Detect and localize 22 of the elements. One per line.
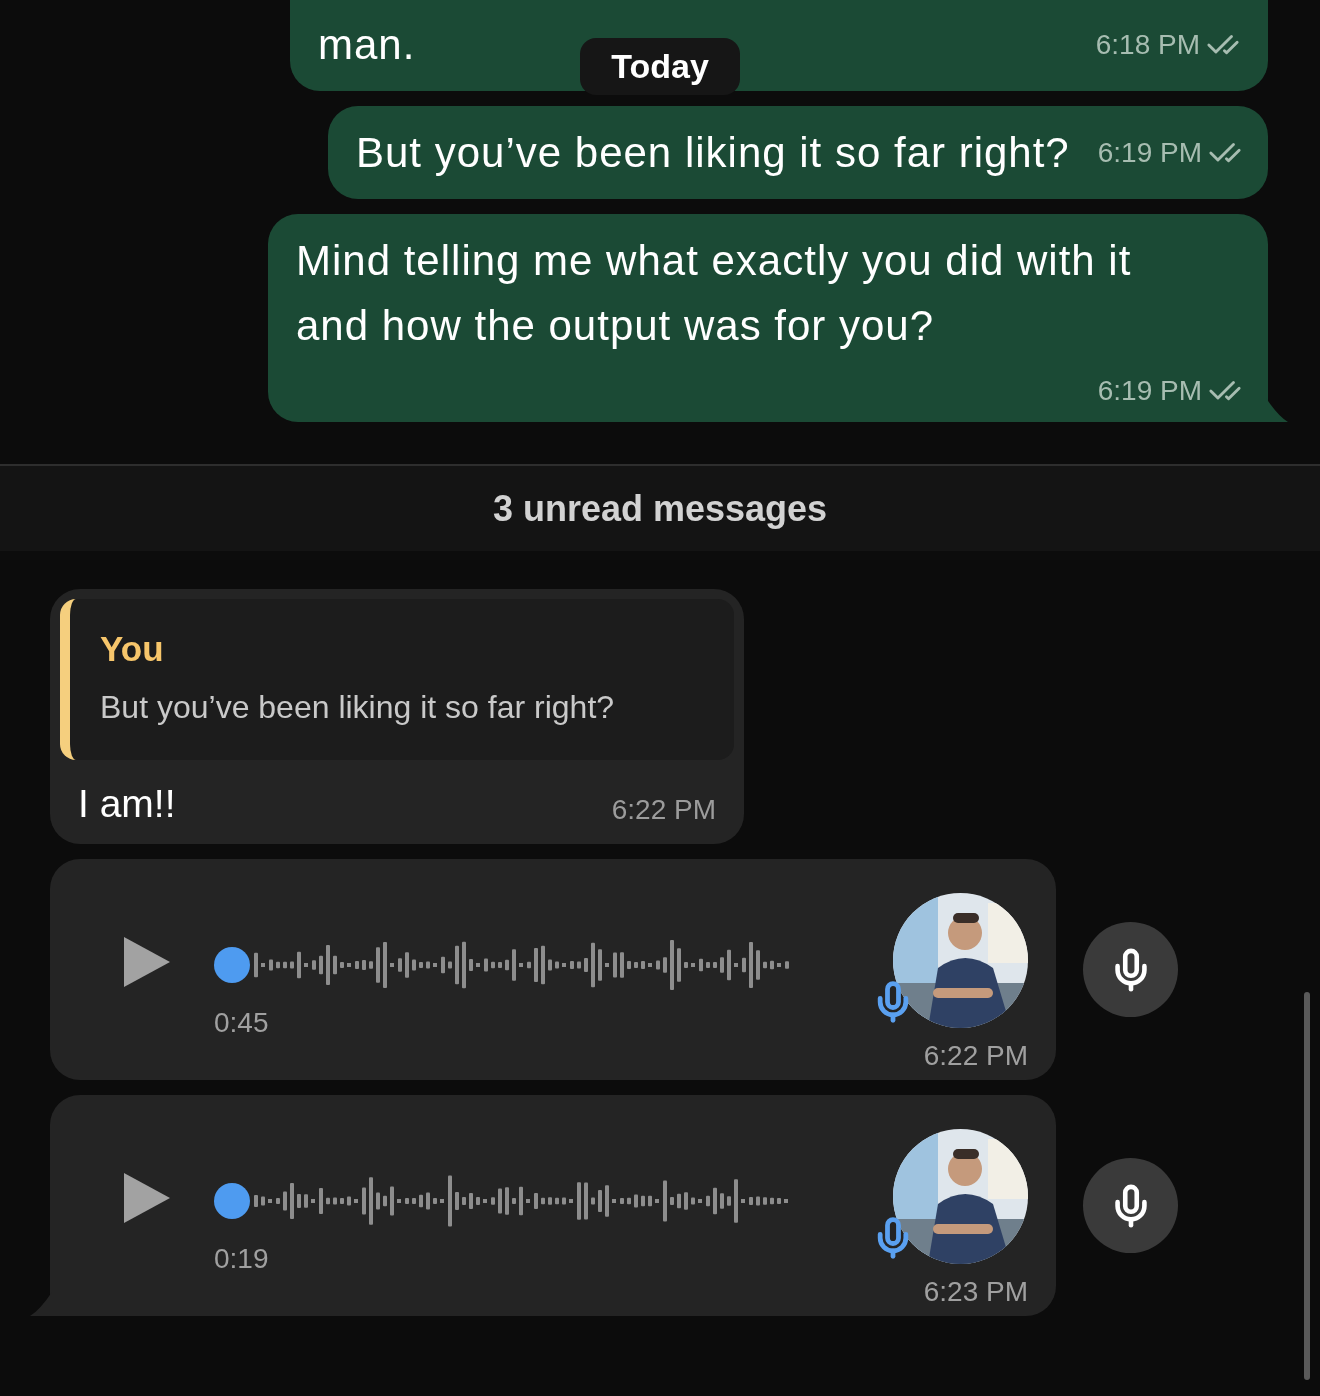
message-text: man. (318, 20, 416, 70)
play-button[interactable] (122, 1171, 172, 1225)
playback-thumb[interactable] (214, 1183, 250, 1219)
voice-duration: 0:19 (214, 1243, 269, 1275)
unread-text: 3 unread messages (492, 487, 828, 530)
message-time: 6:22 PM (923, 1040, 1028, 1072)
quote-author: You (100, 629, 165, 669)
playback-thumb[interactable] (214, 947, 250, 983)
message-text: Mind telling me what exactly you did with it and how the output was for you? (296, 236, 1133, 351)
message-time: 6:22 PM (611, 794, 716, 826)
quote-text: But you’ve been liking it so far right? (100, 689, 616, 726)
play-button[interactable] (122, 935, 172, 989)
message-text: But you’ve been liking it so far right? (356, 128, 1070, 178)
message-time: 6:18 PM (1095, 28, 1200, 62)
message-time: 6:19 PM (1097, 136, 1202, 170)
voice-duration: 0:45 (214, 1007, 269, 1039)
date-chip: Today (580, 38, 740, 95)
scroll-bar[interactable] (1304, 992, 1310, 1380)
message-time: 6:23 PM (923, 1276, 1028, 1308)
quoted-message[interactable]: You But you’ve been liking it so far right? (60, 599, 734, 760)
message-time: 6:19 PM (1097, 374, 1202, 408)
message-text: I am!! (78, 782, 176, 826)
